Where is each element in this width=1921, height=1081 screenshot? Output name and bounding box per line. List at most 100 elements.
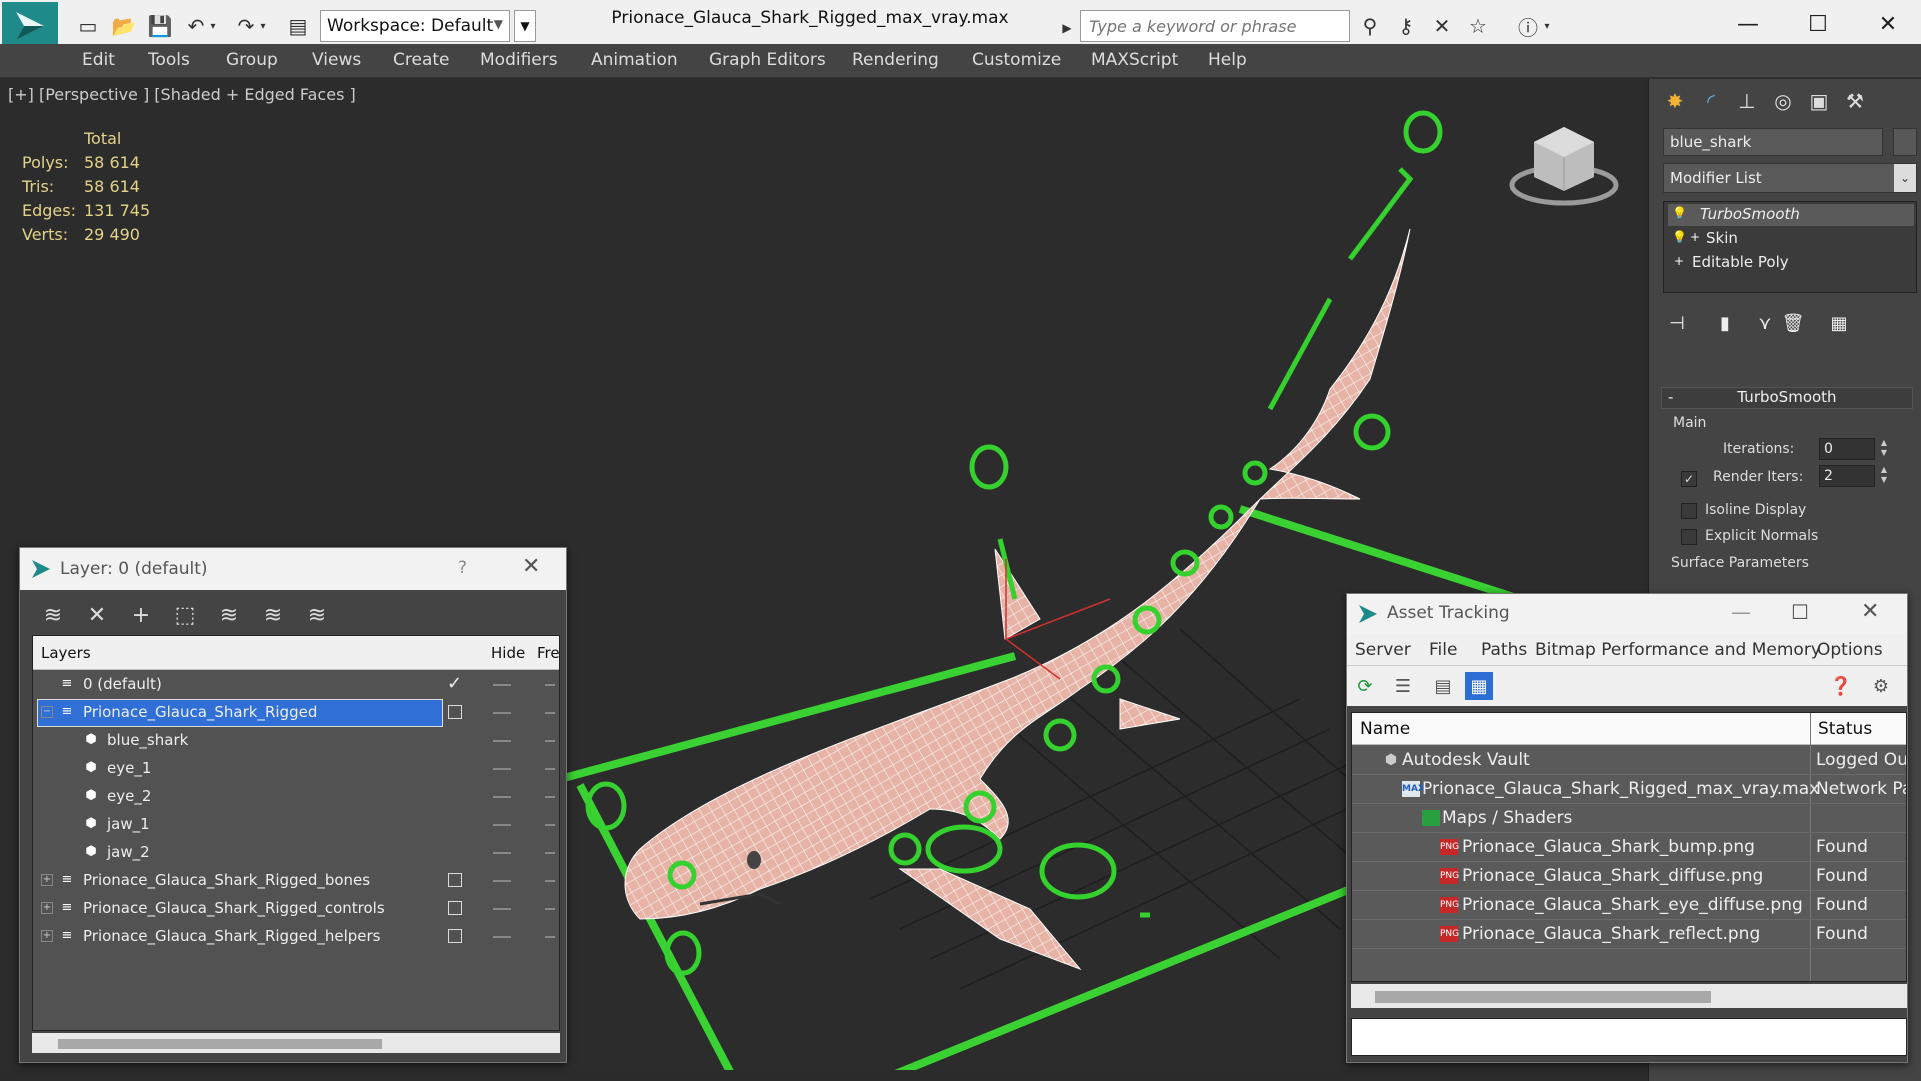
- hide-all-icon[interactable]: ≋: [302, 600, 332, 630]
- active-layer-box[interactable]: [448, 705, 462, 719]
- maximize-button[interactable]: ☐: [1791, 600, 1809, 624]
- hide-toggle[interactable]: [493, 768, 511, 770]
- hide-toggle[interactable]: [493, 908, 511, 910]
- menu-create[interactable]: Create: [393, 50, 450, 70]
- stack-item-turbosmooth[interactable]: 💡 TurboSmooth: [1668, 204, 1914, 226]
- layer-row[interactable]: + ≡ Prionace_Glauca_Shark_Rigged_control…: [33, 895, 559, 923]
- freeze-toggle[interactable]: [545, 908, 555, 910]
- search-box[interactable]: [1080, 10, 1350, 42]
- communication-icon[interactable]: ✕: [1428, 12, 1456, 40]
- layer-row-selected[interactable]: − ≡ Prionace_Glauca_Shark_Rigged: [33, 699, 559, 727]
- active-layer-check-icon[interactable]: ✓: [447, 673, 462, 694]
- lightbulb-icon[interactable]: 💡: [1672, 206, 1687, 222]
- list-view-icon[interactable]: ☰: [1389, 672, 1417, 700]
- hide-column[interactable]: Hide: [491, 644, 525, 662]
- add-to-layer-icon[interactable]: ⬚: [170, 600, 200, 630]
- viewcube[interactable]: [1509, 127, 1619, 206]
- layer-row[interactable]: ≡ 0 (default) ✓: [33, 671, 559, 699]
- hide-toggle[interactable]: [493, 796, 511, 798]
- asset-row[interactable]: MAX Prionace_Glauca_Shark_Rigged_max_vra…: [1352, 775, 1906, 804]
- freeze-toggle[interactable]: [545, 796, 555, 798]
- new-file-icon[interactable]: ▭: [74, 12, 102, 40]
- workspace-menu-button[interactable]: ▼: [514, 10, 536, 42]
- show-end-result-icon[interactable]: ▮: [1711, 309, 1739, 337]
- modifier-list-dropdown[interactable]: Modifier List ⌄: [1663, 163, 1917, 193]
- freeze-toggle[interactable]: [545, 852, 555, 854]
- expand-icon[interactable]: +: [41, 874, 53, 886]
- object-name-field[interactable]: blue_shark: [1663, 128, 1883, 156]
- layer-object-row[interactable]: ⬢ blue_shark: [33, 727, 559, 755]
- menu-file[interactable]: File: [1429, 640, 1457, 660]
- asset-row[interactable]: ▰ Maps / Shaders: [1352, 804, 1906, 833]
- status-column[interactable]: Status: [1818, 719, 1872, 739]
- help-query-icon[interactable]: ❓: [1827, 672, 1855, 700]
- menu-options[interactable]: Options: [1817, 640, 1883, 660]
- menu-help[interactable]: Help: [1208, 50, 1247, 70]
- asset-row[interactable]: ⬢ Autodesk Vault Logged Out: [1352, 746, 1906, 775]
- menu-tools[interactable]: Tools: [148, 50, 190, 70]
- layer-row[interactable]: + ≡ Prionace_Glauca_Shark_Rigged_bones: [33, 867, 559, 895]
- close-icon[interactable]: ✕: [522, 554, 540, 579]
- asset-row[interactable]: PNG Prionace_Glauca_Shark_eye_diffuse.pn…: [1352, 891, 1906, 920]
- minimize-button[interactable]: —: [1731, 600, 1751, 624]
- menu-bitmap-performance[interactable]: Bitmap Performance and Memory: [1535, 640, 1821, 660]
- create-tab-icon[interactable]: ✸: [1659, 85, 1691, 117]
- table-view-icon[interactable]: ▦: [1465, 672, 1493, 700]
- help-button[interactable]: ?: [458, 558, 467, 578]
- asset-window-titlebar[interactable]: Asset Tracking — ☐ ✕: [1347, 594, 1907, 634]
- modify-tab-icon[interactable]: ◜: [1695, 85, 1727, 117]
- pin-stack-icon[interactable]: ⊣: [1663, 309, 1691, 337]
- menu-modifiers[interactable]: Modifiers: [480, 50, 558, 70]
- freeze-toggle[interactable]: [545, 936, 555, 938]
- render-iters-checkbox[interactable]: ✓: [1681, 471, 1697, 487]
- asset-row[interactable]: PNG Prionace_Glauca_Shark_diffuse.png Fo…: [1352, 862, 1906, 891]
- asset-path-field[interactable]: [1351, 1018, 1907, 1056]
- minimize-button[interactable]: —: [1728, 6, 1768, 44]
- close-icon[interactable]: ✕: [1861, 599, 1879, 624]
- save-icon[interactable]: 💾: [146, 12, 174, 40]
- search-input[interactable]: [1085, 11, 1347, 41]
- highlight-layer-icon[interactable]: ≋: [258, 600, 288, 630]
- menu-paths[interactable]: Paths: [1481, 640, 1527, 660]
- thumbnail-view-icon[interactable]: ▤: [1429, 672, 1457, 700]
- infocenter-expand-icon[interactable]: ▶: [1058, 14, 1076, 42]
- utilities-tab-icon[interactable]: ⚒: [1839, 85, 1871, 117]
- layer-object-row[interactable]: ⬢ eye_1: [33, 755, 559, 783]
- expand-plus-icon[interactable]: +: [1672, 254, 1686, 270]
- help-icon[interactable]: ⓘ: [1514, 12, 1542, 40]
- horizontal-scrollbar[interactable]: [1351, 984, 1907, 1008]
- freeze-toggle[interactable]: [545, 740, 555, 742]
- remove-modifier-icon[interactable]: 🗑: [1779, 309, 1807, 337]
- stack-item-editable-poly[interactable]: + Editable Poly: [1668, 252, 1914, 274]
- menu-edit[interactable]: Edit: [82, 50, 115, 70]
- menu-views[interactable]: Views: [312, 50, 361, 70]
- undo-dropdown-icon[interactable]: ▾: [206, 12, 220, 40]
- motion-tab-icon[interactable]: ◎: [1767, 85, 1799, 117]
- horizontal-scrollbar[interactable]: [32, 1033, 560, 1053]
- display-tab-icon[interactable]: ▣: [1803, 85, 1835, 117]
- menu-animation[interactable]: Animation: [591, 50, 678, 70]
- layer-window-titlebar[interactable]: Layer: 0 (default) ? ✕: [20, 548, 566, 590]
- project-folder-icon[interactable]: ▤: [284, 12, 312, 40]
- render-iters-spinner[interactable]: 2: [1819, 465, 1875, 487]
- help-dropdown-icon[interactable]: ▾: [1540, 12, 1554, 40]
- iterations-spinner[interactable]: 0: [1819, 438, 1875, 460]
- active-layer-box[interactable]: [448, 901, 462, 915]
- expand-plus-icon[interactable]: +: [1688, 230, 1702, 246]
- menu-graph-editors[interactable]: Graph Editors: [709, 50, 826, 70]
- freeze-toggle[interactable]: [545, 684, 555, 686]
- menu-maxscript[interactable]: MAXScript: [1091, 50, 1178, 70]
- expand-icon[interactable]: +: [41, 902, 53, 914]
- active-layer-box[interactable]: [448, 873, 462, 887]
- hide-toggle[interactable]: [493, 740, 511, 742]
- context-help-icon[interactable]: ⚙: [1867, 672, 1895, 700]
- surface-parameters-label[interactable]: Surface Parameters: [1671, 555, 1809, 571]
- hide-toggle[interactable]: [493, 852, 511, 854]
- binoculars-icon[interactable]: ⚲: [1356, 12, 1384, 40]
- hide-toggle[interactable]: [493, 880, 511, 882]
- asset-row[interactable]: PNG Prionace_Glauca_Shark_reflect.png Fo…: [1352, 920, 1906, 949]
- object-color-swatch[interactable]: [1893, 128, 1917, 156]
- spinner-arrows-icon[interactable]: ▲ ▼: [1877, 465, 1891, 487]
- menu-customize[interactable]: Customize: [972, 50, 1061, 70]
- lightbulb-icon[interactable]: 💡: [1672, 230, 1687, 246]
